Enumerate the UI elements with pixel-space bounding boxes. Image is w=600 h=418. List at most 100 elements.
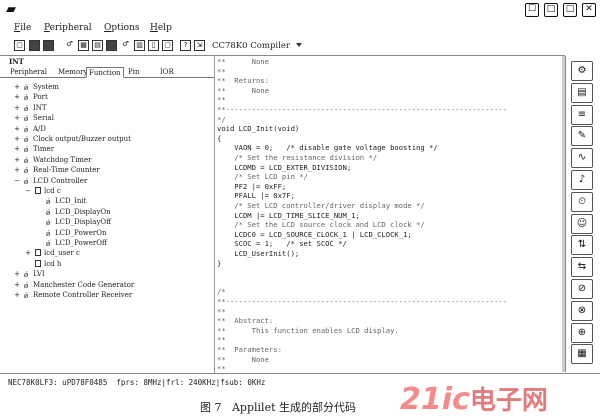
tab-pin[interactable]: Pin <box>126 67 141 78</box>
code-line: ** <box>217 306 226 316</box>
palette-peripheral-icon[interactable]: ♪ <box>571 170 593 190</box>
module-icon: ǿ <box>24 281 29 290</box>
tree-item-label: Timer <box>33 145 55 154</box>
expand-icon[interactable]: + <box>14 113 20 123</box>
menu-options[interactable]: Options <box>104 23 139 33</box>
code-line: ** This function enables LCD display. <box>217 325 399 335</box>
palette-peripheral-icon[interactable]: ≡ <box>571 104 593 125</box>
code-line: } <box>217 258 222 268</box>
expand-icon[interactable]: + <box>14 280 20 290</box>
code-line: */ <box>217 114 226 124</box>
function-icon: ǿ <box>46 208 51 217</box>
palette-peripheral-icon[interactable]: ▤ <box>571 82 593 103</box>
expand-icon[interactable]: + <box>14 103 20 113</box>
collapse-icon[interactable]: − <box>25 186 31 196</box>
new-file-icon[interactable]: ▢ <box>14 40 25 51</box>
close-icon[interactable]: ✕ <box>582 3 596 17</box>
tree-item-label: Real-Time Counter <box>33 166 100 175</box>
compiler-select[interactable]: CC78K0 Compiler <box>212 41 290 51</box>
expand-icon[interactable]: + <box>14 269 20 279</box>
tree-item-label: A/D <box>33 124 47 133</box>
palette-peripheral-icon[interactable]: ⇅ <box>571 235 593 256</box>
palette-peripheral-icon[interactable]: ✎ <box>571 126 593 147</box>
palette-peripheral-icon[interactable]: ⊘ <box>571 279 593 299</box>
expand-icon[interactable]: + <box>14 82 20 92</box>
palette-peripheral-icon[interactable]: ⚙ <box>571 61 593 81</box>
code-line: /* Set LCD pin */ <box>217 172 308 182</box>
list-icon[interactable]: ▤ <box>92 40 103 51</box>
expand-icon[interactable]: + <box>14 124 20 134</box>
book-icon[interactable]: ▥ <box>134 40 145 51</box>
tree-item-label: LCD_DisplayOff <box>55 218 112 227</box>
save-icon[interactable] <box>43 40 54 51</box>
code-line: ** <box>217 335 226 345</box>
tree-item-label: Serial <box>33 114 54 123</box>
code-line: LCDM |= LCD_TIME_SLICE_NUM_1; <box>217 210 360 220</box>
expand-icon[interactable]: + <box>14 92 20 102</box>
tree-item-label: LCD_PowerOff <box>55 239 107 247</box>
code-line: void LCD_Init(void) <box>217 124 300 134</box>
expand-icon[interactable]: + <box>25 248 31 258</box>
code-line: **--------------------------------------… <box>217 105 507 114</box>
palette-peripheral-icon[interactable]: ⊗ <box>571 300 593 321</box>
code-line: ** <box>217 95 226 105</box>
code-line: PF2 |= 0xFF; <box>217 181 287 191</box>
palette-peripheral-icon[interactable]: ⏲ <box>571 191 593 212</box>
tree-item-label: Port <box>33 93 48 102</box>
collapse-icon[interactable]: − <box>14 176 20 186</box>
tree-item-label: Manchester Code Generator <box>33 280 135 289</box>
code-line: **--------------------------------------… <box>217 297 507 306</box>
chip-icon[interactable] <box>106 40 117 51</box>
help-icon[interactable]: ? <box>180 40 191 51</box>
code-editor[interactable]: ** None ** ** Returns: ** None ** **---------… <box>217 56 562 373</box>
tree-item-label: lcd h <box>44 259 62 268</box>
tree-item-label: INT <box>33 103 47 112</box>
chevron-down-icon[interactable] <box>296 43 302 47</box>
panel-title: INT <box>9 57 24 66</box>
page-icon[interactable]: ▢ <box>162 40 173 51</box>
code-line: /* Set LCD controller/driver display mod… <box>217 201 425 210</box>
palette-peripheral-icon[interactable]: ⊕ <box>571 322 593 343</box>
expand-icon[interactable]: + <box>14 144 20 154</box>
module-icon: ǿ <box>24 271 29 280</box>
palette-peripheral-icon[interactable]: ☺ <box>571 213 593 234</box>
minimize-icon[interactable]: □ <box>544 3 558 17</box>
tree-item-label: Clock output/Buzzer output <box>33 135 131 143</box>
palette-peripheral-icon[interactable]: ∿ <box>571 148 593 169</box>
module-icon: ǿ <box>24 167 29 176</box>
split-icon[interactable]: ▯ <box>148 40 159 51</box>
open-folder-icon[interactable] <box>29 40 40 51</box>
toolbar: ▢ ♂ ▦ ▤ ♂ ▥ ▯ ▢ ? ⇲ CC78K0 Compiler <box>0 38 565 54</box>
code-line: LCD_UserInit(); <box>217 249 300 258</box>
palette-peripheral-icon[interactable]: ⇆ <box>571 257 593 278</box>
tab-ior[interactable]: IOR <box>158 67 176 78</box>
tab-peripheral[interactable]: Peripheral <box>8 67 49 78</box>
code-line: /* Set the LCD source clock and LCD cloc… <box>217 220 425 230</box>
grid-icon[interactable]: ▦ <box>78 40 89 51</box>
menu-peripheral[interactable]: Peripheral <box>44 23 92 33</box>
peripheral-palette: ⚙ ▤ ≡ ✎ ∿ ♪ ⏲ ☺ ⇅ ⇆ ⊘ ⊗ ⊕ ▦ <box>565 56 600 372</box>
expand-icon[interactable]: + <box>14 290 20 300</box>
panel-splitter[interactable] <box>214 55 215 373</box>
expand-icon[interactable]: + <box>14 155 20 165</box>
module-icon: ǿ <box>24 115 29 124</box>
pin2-icon[interactable]: ♂ <box>120 40 131 51</box>
tab-memory[interactable]: Memory <box>56 67 89 78</box>
menu-help[interactable]: Help <box>150 23 172 33</box>
module-icon: ǿ <box>24 146 29 155</box>
module-icon: ǿ <box>24 104 29 113</box>
exit-icon[interactable]: ⇲ <box>194 40 205 51</box>
function-icon: ǿ <box>46 219 51 228</box>
code-line: SCOC = 1; /* set SCOC */ <box>217 239 347 249</box>
expand-icon[interactable]: + <box>14 134 20 144</box>
tree-item-label: Watchdog Timer <box>33 155 92 164</box>
tree-item-label: LCD_Init <box>55 197 87 206</box>
maximize-icon[interactable]: □ <box>563 3 577 17</box>
palette-peripheral-icon[interactable]: ▦ <box>571 344 593 365</box>
module-icon: ǿ <box>24 292 29 300</box>
menu-file[interactable]: File <box>14 23 31 33</box>
expand-icon[interactable]: + <box>14 165 20 175</box>
pin-icon[interactable]: ♂ <box>64 40 75 51</box>
restore-icon[interactable]: ☐ <box>525 3 539 17</box>
tab-function[interactable]: Function <box>86 67 124 78</box>
